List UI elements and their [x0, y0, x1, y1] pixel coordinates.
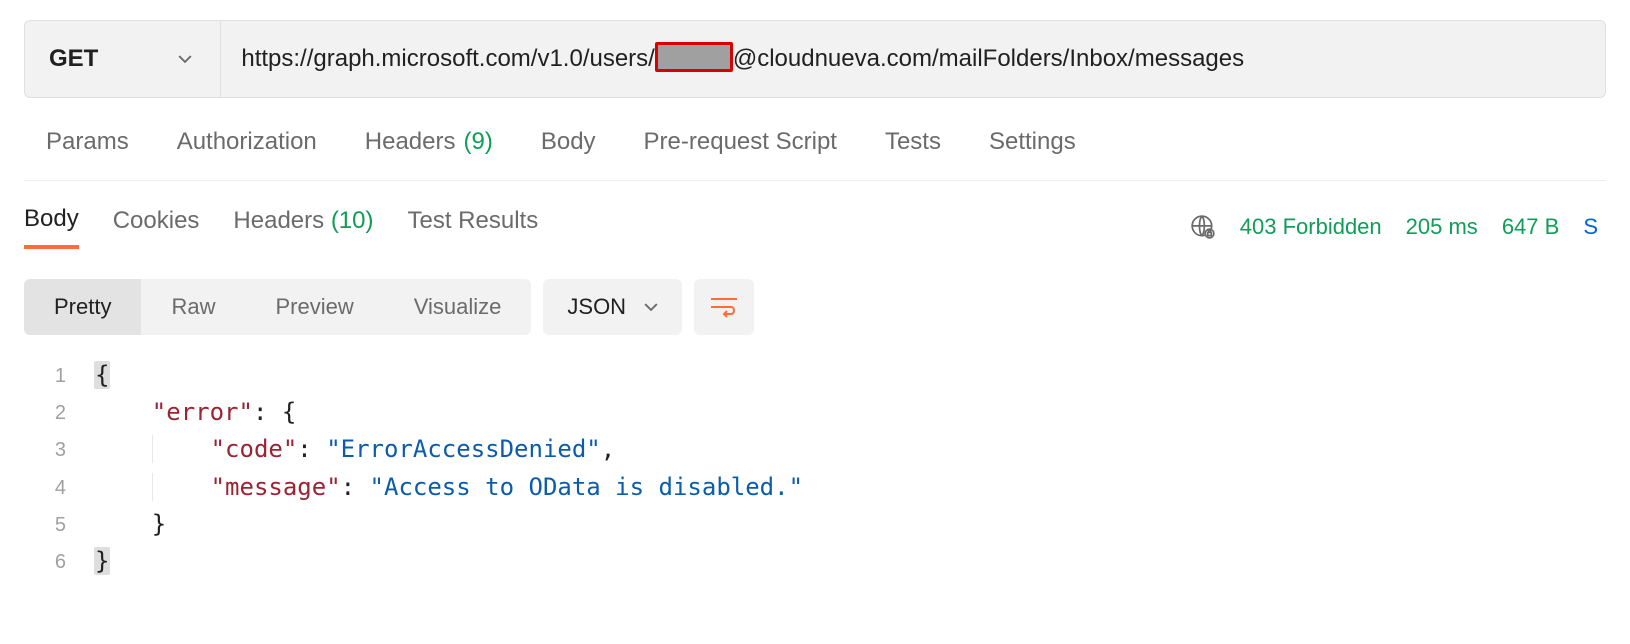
code-content: "message": "Access to OData is disabled.… [94, 469, 803, 506]
json-punc: : { [253, 398, 296, 426]
response-bar: Body Cookies Headers (10) Test Results 4… [24, 181, 1606, 249]
network-icon[interactable] [1190, 214, 1216, 240]
resp-tab-cookies-label: Cookies [113, 207, 200, 234]
tab-authorization[interactable]: Authorization [177, 128, 317, 156]
json-key: "code" [211, 435, 298, 463]
code-content: "error": { [94, 394, 296, 431]
tab-headers-label: Headers [365, 128, 456, 156]
tab-body[interactable]: Body [541, 128, 596, 156]
code-content: { [94, 357, 110, 394]
brace-close: } [152, 510, 166, 538]
chevron-down-icon [178, 52, 192, 66]
url-part-after: @cloudnueva.com/mailFolders/Inbox/messag… [733, 45, 1244, 73]
json-line: 6 } [24, 543, 1606, 580]
wrap-lines-button[interactable] [694, 279, 754, 335]
json-line: 3 "code": "ErrorAccessDenied", [24, 431, 1606, 468]
resp-tab-test-results-label: Test Results [408, 207, 539, 234]
tab-settings[interactable]: Settings [989, 128, 1076, 156]
view-mode-segmented: Pretty Raw Preview Visualize [24, 279, 531, 335]
view-visualize-button[interactable]: Visualize [384, 279, 532, 335]
tab-params-label: Params [46, 128, 129, 156]
view-preview-label: Preview [275, 294, 353, 320]
json-key: "error" [152, 398, 253, 426]
line-number: 6 [24, 543, 94, 580]
brace-open: { [94, 361, 110, 389]
json-key: "message" [211, 473, 341, 501]
view-raw-label: Raw [171, 294, 215, 320]
tab-params[interactable]: Params [46, 128, 129, 156]
json-string: "Access to OData is disabled." [370, 473, 803, 501]
resp-tab-headers-count: (10) [331, 207, 374, 234]
line-number: 3 [24, 431, 94, 468]
code-content: "code": "ErrorAccessDenied", [94, 431, 615, 468]
resp-tab-test-results[interactable]: Test Results [408, 207, 539, 247]
tab-tests[interactable]: Tests [885, 128, 941, 156]
code-content: } [94, 543, 110, 580]
tab-prerequest-label: Pre-request Script [644, 128, 837, 156]
body-format-select[interactable]: JSON [543, 279, 682, 335]
json-punc: : [297, 435, 326, 463]
request-url-input[interactable]: https://graph.microsoft.com/v1.0/users/ … [221, 21, 1605, 97]
response-body-editor[interactable]: 1 { 2 "error": { 3 "code": "ErrorAccessD… [24, 335, 1606, 580]
http-method-label: GET [49, 45, 98, 73]
redacted-segment [655, 42, 733, 72]
json-line: 2 "error": { [24, 394, 1606, 431]
tab-headers-count: (9) [464, 128, 493, 156]
view-raw-button[interactable]: Raw [141, 279, 245, 335]
tab-body-label: Body [541, 128, 596, 156]
chevron-down-icon [644, 300, 658, 314]
tab-authorization-label: Authorization [177, 128, 317, 156]
response-time: 205 ms [1406, 214, 1478, 240]
tab-prerequest[interactable]: Pre-request Script [644, 128, 837, 156]
view-visualize-label: Visualize [414, 294, 502, 320]
resp-tab-cookies[interactable]: Cookies [113, 207, 200, 247]
json-line: 4 "message": "Access to OData is disable… [24, 469, 1606, 506]
url-part-before: https://graph.microsoft.com/v1.0/users/ [241, 45, 655, 73]
status-code: 403 Forbidden [1240, 214, 1382, 240]
resp-tab-headers-label: Headers [233, 207, 324, 234]
save-response-link[interactable]: S [1583, 214, 1598, 240]
tab-tests-label: Tests [885, 128, 941, 156]
json-punc: : [341, 473, 370, 501]
line-number: 5 [24, 506, 94, 543]
resp-tab-body-label: Body [24, 205, 79, 232]
request-tabs: Params Authorization Headers (9) Body Pr… [24, 98, 1606, 181]
view-pretty-button[interactable]: Pretty [24, 279, 141, 335]
tab-settings-label: Settings [989, 128, 1076, 156]
http-method-select[interactable]: GET [25, 21, 221, 97]
line-number: 1 [24, 357, 94, 394]
brace-close: } [94, 547, 110, 575]
resp-tab-headers[interactable]: Headers (10) [233, 207, 373, 247]
body-format-label: JSON [567, 294, 626, 320]
line-number: 2 [24, 394, 94, 431]
code-content: } [94, 506, 166, 543]
tab-headers[interactable]: Headers (9) [365, 128, 493, 156]
view-pretty-label: Pretty [54, 294, 111, 320]
response-view-row: Pretty Raw Preview Visualize JSON [24, 249, 1606, 335]
json-string: "ErrorAccessDenied" [326, 435, 601, 463]
json-line: 1 { [24, 357, 1606, 394]
json-punc: , [601, 435, 615, 463]
view-preview-button[interactable]: Preview [245, 279, 383, 335]
response-meta: 403 Forbidden 205 ms 647 B S [1190, 214, 1606, 240]
response-tabs: Body Cookies Headers (10) Test Results [24, 205, 538, 249]
line-number: 4 [24, 469, 94, 506]
json-line: 5 } [24, 506, 1606, 543]
response-size: 647 B [1502, 214, 1560, 240]
resp-tab-body[interactable]: Body [24, 205, 79, 249]
request-bar: GET https://graph.microsoft.com/v1.0/use… [24, 20, 1606, 98]
